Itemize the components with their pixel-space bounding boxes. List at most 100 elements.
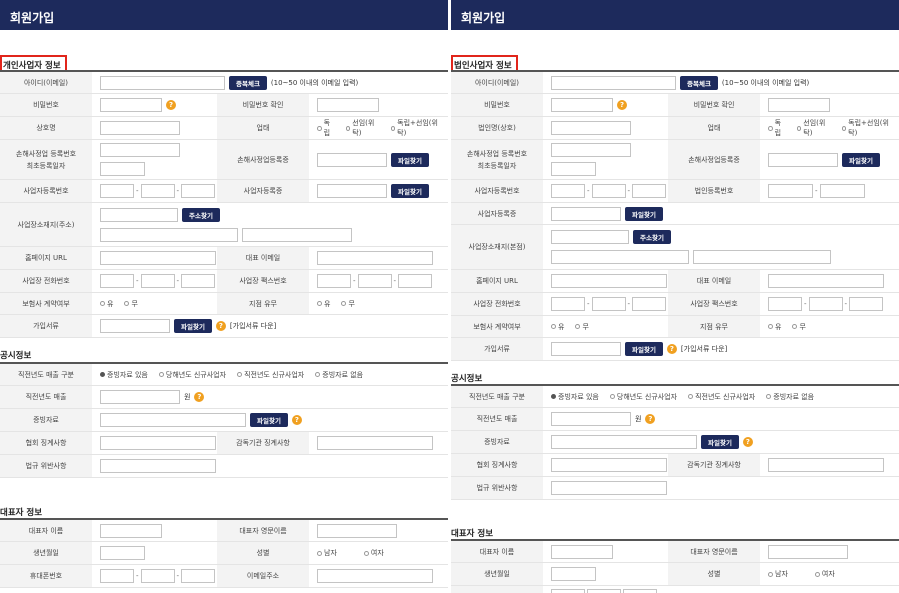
mobile-part3-input[interactable] [623,589,657,593]
law-violation-input[interactable] [100,459,216,473]
bizno-part1-input[interactable] [551,184,585,198]
email-id-input[interactable] [551,75,676,90]
sales-type-radio-1[interactable]: 증빙자료 있음 [551,392,599,402]
reg-cert-file-input[interactable] [317,152,387,167]
help-icon[interactable]: ? [166,100,176,110]
fax-part1-input[interactable] [768,297,802,311]
biz-type-radio-2[interactable]: 선임(위탁) [796,118,831,138]
reg-cert-file-button[interactable]: 파일찾기 [391,152,429,167]
address-input[interactable] [100,227,238,242]
bizno-part3-input[interactable] [181,184,216,198]
address-input[interactable] [551,250,689,264]
proof-file-button[interactable]: 파일찾기 [701,435,739,449]
sales-type-radio-3[interactable]: 직전년도 신규사업자 [688,392,755,402]
rep-eng-name-input[interactable] [768,544,848,559]
address-search-button[interactable]: 주소찾기 [633,230,671,244]
branch-no-radio[interactable]: 무 [792,322,806,332]
sales-type-radio-4[interactable]: 증빙자료 없음 [315,370,363,380]
help-icon[interactable]: ? [215,321,226,331]
corpno-part2-input[interactable] [819,184,865,198]
rep-eng-name-input[interactable] [317,523,397,538]
duplicate-check-button[interactable]: 중복체크 [680,75,718,90]
sales-type-radio-2[interactable]: 당해년도 신규사업자 [158,370,226,380]
docs-download-link[interactable]: [가입서류 다운] [681,344,727,354]
birth-date-input[interactable] [100,546,145,560]
assoc-discipline-input[interactable] [551,458,667,472]
branch-no-radio[interactable]: 무 [341,299,355,309]
phone-part3-input[interactable] [181,274,216,288]
help-icon[interactable]: ? [645,414,656,424]
corpno-part1-input[interactable] [768,184,813,198]
docs-file-button[interactable]: 파일찾기 [625,342,663,356]
rep-email-input[interactable] [317,251,433,265]
fax-part2-input[interactable] [357,274,392,288]
phone-part1-input[interactable] [100,274,134,288]
mobile-part1-input[interactable] [551,589,585,593]
gender-female-radio[interactable]: 여자 [814,569,835,579]
proof-file-input[interactable] [551,435,697,449]
email-id-input[interactable] [100,75,225,90]
password-input[interactable] [551,98,613,112]
contract-yes-radio[interactable]: 유 [551,322,564,332]
super-discipline-input[interactable] [317,436,433,450]
phone-part2-input[interactable] [140,274,175,288]
mobile-part2-input[interactable] [587,589,621,593]
sales-type-radio-4[interactable]: 증빙자료 없음 [766,392,814,402]
password-confirm-input[interactable] [317,98,379,112]
reg-number-input[interactable] [551,143,631,157]
zipcode-input[interactable] [551,230,629,244]
docs-file-button[interactable]: 파일찾기 [174,319,212,333]
biz-type-radio-2[interactable]: 선임(위탁) [345,118,380,138]
rep-email-address-input[interactable] [317,569,433,583]
bizcert-file-button[interactable]: 파일찾기 [391,184,429,198]
proof-file-button[interactable]: 파일찾기 [250,413,288,427]
duplicate-check-button[interactable]: 중복체크 [229,75,267,90]
rep-name-input[interactable] [100,523,162,538]
bizcert-file-input[interactable] [317,184,387,198]
phone-part1-input[interactable] [551,297,585,311]
mobile-part1-input[interactable] [100,569,134,583]
sales-input[interactable] [100,390,180,404]
address-detail-input[interactable] [242,227,352,242]
address-search-button[interactable]: 주소찾기 [182,207,220,222]
corp-name-input[interactable] [551,121,631,135]
help-icon[interactable]: ? [617,100,627,110]
fax-part1-input[interactable] [317,274,351,288]
contract-yes-radio[interactable]: 유 [100,299,113,309]
reg-number-input[interactable] [100,143,180,157]
homepage-input[interactable] [100,251,216,265]
help-icon[interactable]: ? [742,437,753,447]
fax-part3-input[interactable] [398,274,433,288]
contract-no-radio[interactable]: 무 [124,299,138,309]
company-name-input[interactable] [100,121,180,135]
sales-type-radio-1[interactable]: 증빙자료 있음 [100,370,148,380]
mobile-part3-input[interactable] [181,569,216,583]
sales-type-radio-2[interactable]: 당해년도 신규사업자 [609,392,677,402]
docs-file-input[interactable] [100,319,170,333]
biz-type-radio-3[interactable]: 독립+선임(위탁) [390,118,441,138]
birth-date-input[interactable] [551,567,596,581]
phone-part2-input[interactable] [591,297,626,311]
assoc-discipline-input[interactable] [100,436,216,450]
gender-female-radio[interactable]: 여자 [363,548,384,558]
zipcode-input[interactable] [100,207,178,222]
phone-part3-input[interactable] [632,297,667,311]
biz-type-radio-3[interactable]: 독립+선임(위탁) [841,118,892,138]
bizno-part3-input[interactable] [632,184,667,198]
biz-type-radio-1[interactable]: 독립 [317,118,335,138]
sales-type-radio-3[interactable]: 직전년도 신규사업자 [237,370,304,380]
docs-download-link[interactable]: [가입서류 다운] [230,321,276,331]
mobile-part2-input[interactable] [140,569,175,583]
proof-file-input[interactable] [100,413,246,427]
address-detail-input[interactable] [693,250,831,264]
reg-cert-file-button[interactable]: 파일찾기 [842,152,880,167]
law-violation-input[interactable] [551,481,667,495]
bizno-part2-input[interactable] [591,184,626,198]
help-icon[interactable]: ? [291,415,302,425]
bizno-part2-input[interactable] [140,184,175,198]
docs-file-input[interactable] [551,342,621,356]
bizcert-file-input[interactable] [551,206,621,221]
rep-email-input[interactable] [768,274,884,288]
bizno-part1-input[interactable] [100,184,134,198]
reg-cert-file-input[interactable] [768,152,838,167]
